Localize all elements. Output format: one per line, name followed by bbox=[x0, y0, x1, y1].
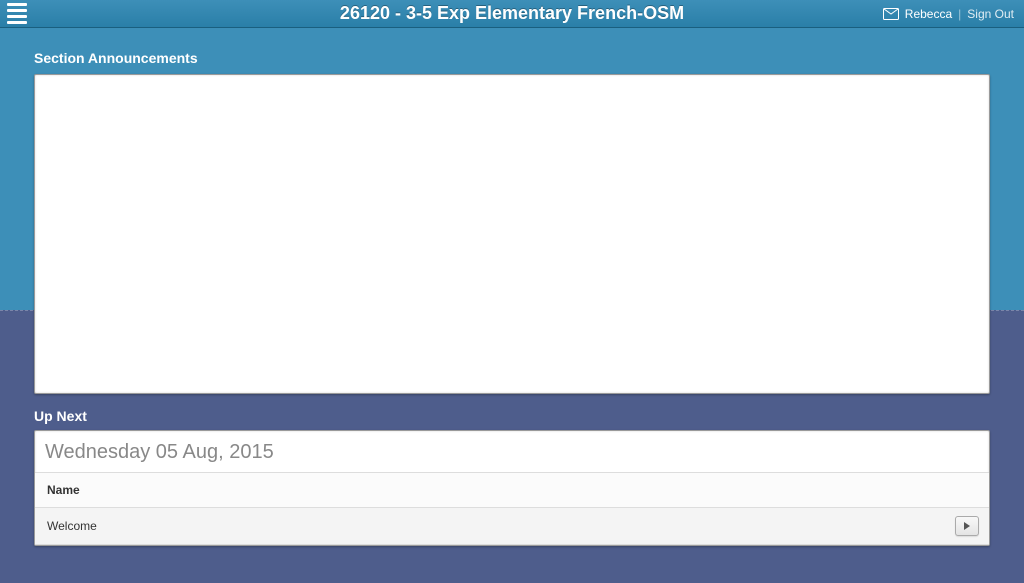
item-action-cell bbox=[943, 508, 989, 545]
column-header-name: Name bbox=[35, 473, 943, 508]
page-title: 26120 - 3-5 Exp Elementary French-OSM bbox=[340, 3, 684, 24]
upnext-panel: Wednesday 05 Aug, 2015 Name Welcome bbox=[34, 430, 990, 546]
header-divider: | bbox=[958, 7, 961, 21]
signout-link[interactable]: Sign Out bbox=[967, 7, 1014, 21]
menu-hamburger-icon[interactable] bbox=[0, 0, 28, 28]
announcements-panel bbox=[34, 74, 990, 394]
table-row: Welcome bbox=[35, 508, 989, 545]
app-header: 26120 - 3-5 Exp Elementary French-OSM Re… bbox=[0, 0, 1024, 28]
upnext-date: Wednesday 05 Aug, 2015 bbox=[35, 431, 989, 473]
upnext-label: Up Next bbox=[34, 408, 990, 424]
play-button[interactable] bbox=[955, 516, 979, 536]
user-name[interactable]: Rebecca bbox=[905, 7, 952, 21]
upnext-table: Name Welcome bbox=[35, 473, 989, 545]
item-name: Welcome bbox=[35, 508, 943, 545]
mail-icon[interactable] bbox=[883, 8, 899, 20]
column-header-action bbox=[943, 473, 989, 508]
main-content: Section Announcements Up Next Wednesday … bbox=[34, 50, 990, 546]
announcements-label: Section Announcements bbox=[34, 50, 990, 66]
header-user-area: Rebecca | Sign Out bbox=[883, 7, 1024, 21]
